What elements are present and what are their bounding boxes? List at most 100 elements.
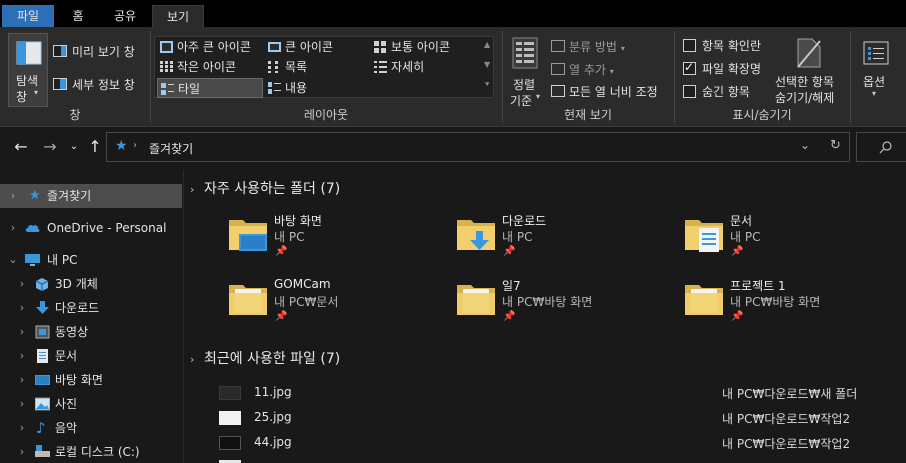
document-icon	[37, 349, 48, 363]
sidebar-item-3d-objects[interactable]: › 3D 개체	[0, 272, 182, 296]
fit-columns-icon	[551, 85, 565, 97]
pin-icon[interactable]: 📌	[731, 311, 743, 322]
sidebar-item-videos[interactable]: › 동영상	[0, 320, 182, 344]
sidebar-item-onedrive[interactable]: › OneDrive - Personal	[0, 216, 182, 240]
layout-extra-large-icons[interactable]: 아주 큰 아이콘	[157, 37, 263, 57]
group-by-button[interactable]: 분류 방법 ▾	[569, 38, 625, 55]
chevron-right-icon[interactable]: ›	[190, 353, 204, 366]
address-dropdown-icon[interactable]: ⌄	[800, 138, 810, 152]
fit-columns-button[interactable]: 모든 열 너비 조정	[569, 83, 658, 100]
pin-icon[interactable]: 📌	[503, 246, 515, 257]
sidebar-item-this-pc[interactable]: ⌄ 내 PC	[0, 248, 182, 272]
sidebar-item-local-disk[interactable]: › 로컬 디스크 (C:)	[0, 440, 182, 463]
options-button[interactable]: 옵션 ▾	[856, 33, 896, 105]
sidebar-item-label: 내 PC	[47, 253, 78, 267]
folder-path: 내 PC₩바탕 화면	[730, 295, 821, 309]
file-extensions-checkbox[interactable]	[683, 60, 696, 75]
folder-path: 내 PC	[730, 230, 761, 244]
folder-name: 다운로드	[502, 214, 547, 228]
recent-file-row[interactable]: 44.jpg 내 PC₩다운로드₩작업2	[217, 432, 897, 454]
tab-share[interactable]: 공유	[104, 5, 146, 27]
chevron-right-icon[interactable]: ›	[190, 183, 204, 196]
details-pane-button[interactable]: 세부 정보 창	[72, 76, 135, 93]
navigation-pane-scrollbar[interactable]	[183, 170, 184, 463]
layout-small-icons[interactable]: 작은 아이콘	[157, 57, 263, 77]
disk-icon	[35, 445, 50, 457]
layout-gallery: 아주 큰 아이콘 큰 아이콘 보통 아이콘 작은 아이콘 목록 자세히 타일 내…	[154, 36, 494, 98]
back-arrow-icon[interactable]: ←	[11, 137, 31, 157]
pin-icon[interactable]: 📌	[275, 246, 287, 257]
recent-files-header[interactable]: › 최근에 사용한 파일 (7)	[190, 348, 340, 368]
tab-file[interactable]: 파일	[2, 5, 54, 27]
item-checkboxes-checkbox[interactable]	[683, 39, 696, 52]
address-bar[interactable]: ★ › 즐겨찾기 ⌄ ↻	[106, 132, 850, 162]
chevron-right-icon[interactable]: ›	[8, 184, 18, 208]
scroll-up-icon[interactable]: ▲	[484, 40, 490, 49]
hide-selected-label: 선택한 항목	[775, 75, 835, 89]
gallery-expand-icon[interactable]: ⯆	[484, 80, 490, 90]
folder-tile[interactable]: 바탕 화면 내 PC 📌	[227, 212, 447, 272]
tab-home[interactable]: 홈	[58, 5, 98, 27]
sort-by-button[interactable]: 정렬 기준 ▾	[508, 33, 544, 108]
recent-file-row[interactable]: 25.jpg 내 PC₩다운로드₩작업2	[217, 407, 897, 429]
ribbon: 탐색 창 ▾ 미리 보기 창 세부 정보 창 창 아주 큰 아이콘 큰 아이콘 …	[0, 27, 906, 127]
folder-tile[interactable]: 다운로드 내 PC 📌	[455, 212, 675, 272]
folder-tile[interactable]: 일7 내 PC₩바탕 화면 📌	[455, 277, 675, 337]
show-hide-group-label: 표시/숨기기	[732, 108, 792, 122]
scroll-down-icon[interactable]: ▼	[484, 60, 490, 69]
sidebar-item-quick-access[interactable]: › ★ 즐겨찾기	[0, 184, 182, 208]
search-box[interactable]	[856, 132, 906, 162]
chevron-right-icon[interactable]: ›	[17, 368, 27, 392]
pin-icon[interactable]: 📌	[275, 311, 287, 322]
recent-locations-chevron-icon[interactable]: ⌄	[64, 137, 84, 157]
layout-content[interactable]: 내용	[265, 78, 369, 98]
recent-file-row[interactable]: 11.jpg 내 PC₩다운로드₩새 폴더	[217, 382, 897, 404]
chevron-right-icon[interactable]: ›	[17, 344, 27, 368]
layout-details[interactable]: 자세히	[371, 57, 481, 77]
chevron-down-icon[interactable]: ⌄	[8, 248, 18, 272]
sort-by-label: 정렬	[513, 78, 536, 92]
image-thumbnail-icon	[219, 436, 241, 450]
folder-tile[interactable]: GOMCam 내 PC₩문서 📌	[227, 277, 447, 337]
hide-selected-button[interactable]: 선택한 항목 숨기기/해제	[772, 33, 844, 105]
layout-list[interactable]: 목록	[265, 57, 369, 77]
navigation-pane-button[interactable]: 탐색 창 ▾	[8, 33, 48, 107]
refresh-icon[interactable]: ↻	[830, 138, 841, 153]
folder-tile[interactable]: 문서 내 PC 📌	[683, 212, 903, 272]
sidebar-item-desktop[interactable]: › 바탕 화면	[0, 368, 182, 392]
sidebar-item-downloads[interactable]: › 다운로드	[0, 296, 182, 320]
chevron-right-icon[interactable]: ›	[8, 216, 18, 240]
chevron-right-icon[interactable]: ›	[17, 296, 27, 320]
preview-pane-button[interactable]: 미리 보기 창	[72, 43, 135, 60]
chevron-right-icon[interactable]: ›	[17, 320, 27, 344]
recent-file-row[interactable]	[217, 456, 897, 463]
folder-path: 내 PC	[502, 230, 533, 244]
sidebar-item-pictures[interactable]: › 사진	[0, 392, 182, 416]
layout-gallery-scroll[interactable]: ▲ ▼ ⯆	[480, 36, 498, 98]
navigation-pane-icon	[16, 41, 42, 65]
breadcrumb-separator-icon[interactable]: ›	[133, 140, 137, 151]
address-path[interactable]: 즐겨찾기	[149, 140, 193, 157]
chevron-right-icon[interactable]: ›	[17, 440, 27, 463]
frequent-folders-header[interactable]: › 자주 사용하는 폴더 (7)	[190, 178, 340, 198]
layout-large-icons[interactable]: 큰 아이콘	[265, 37, 369, 57]
list-icon	[268, 61, 278, 73]
chevron-down-icon: ▾	[536, 92, 541, 101]
folder-tile[interactable]: 프로젝트 1 내 PC₩바탕 화면 📌	[683, 277, 903, 337]
chevron-right-icon[interactable]: ›	[17, 392, 27, 416]
chevron-right-icon[interactable]: ›	[17, 272, 27, 296]
layout-tiles[interactable]: 타일	[157, 78, 263, 98]
sidebar-item-music[interactable]: › ♪ 음악	[0, 416, 182, 440]
tab-view[interactable]: 보기	[152, 5, 204, 27]
forward-arrow-icon[interactable]: →	[40, 137, 60, 157]
pin-icon[interactable]: 📌	[503, 311, 515, 322]
layout-medium-icons[interactable]: 보통 아이콘	[371, 37, 481, 57]
hidden-items-checkbox[interactable]	[683, 85, 696, 98]
sidebar-item-documents[interactable]: › 문서	[0, 344, 182, 368]
pin-icon[interactable]: 📌	[731, 246, 743, 257]
layout-item-label: 보통 아이콘	[391, 40, 451, 54]
chevron-right-icon[interactable]: ›	[17, 416, 27, 440]
image-thumbnail-icon	[219, 411, 241, 425]
add-column-button[interactable]: 열 추가 ▾	[569, 61, 614, 78]
up-arrow-icon[interactable]: ↑	[85, 137, 105, 157]
